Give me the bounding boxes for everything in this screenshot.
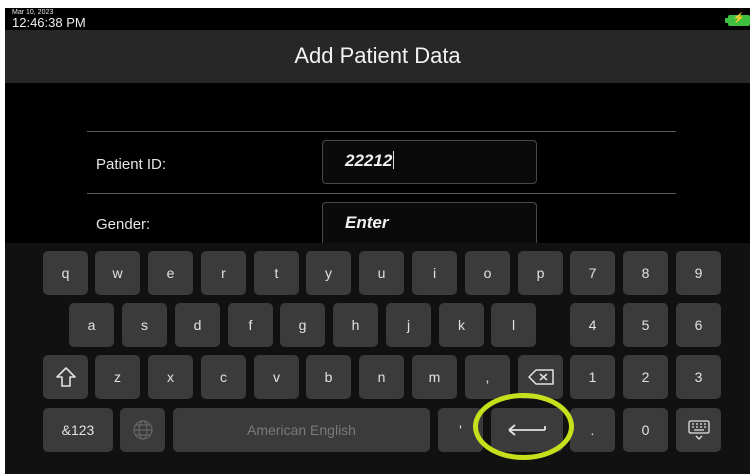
keyboard-hide-key[interactable]	[676, 408, 721, 452]
key-k[interactable]: k	[439, 303, 484, 347]
backspace-key[interactable]	[518, 355, 563, 399]
key-3[interactable]: 3	[676, 355, 721, 399]
status-bar: Mar 10, 2023 12:46:38 PM ⚡	[5, 8, 750, 30]
symbols-key[interactable]: &123	[43, 408, 113, 452]
key-m[interactable]: m	[412, 355, 457, 399]
key-c[interactable]: c	[201, 355, 246, 399]
battery-charging-icon: ⚡	[725, 13, 750, 26]
status-time: 12:46:38 PM	[12, 15, 86, 30]
shift-arrow-icon	[55, 367, 76, 387]
key-z[interactable]: z	[95, 355, 140, 399]
key-b[interactable]: b	[306, 355, 351, 399]
text-caret	[393, 151, 395, 169]
page-header: Add Patient Data	[5, 30, 750, 83]
gender-label: Gender:	[96, 216, 151, 233]
key-s[interactable]: s	[122, 303, 167, 347]
key-q[interactable]: q	[43, 251, 88, 295]
key-2[interactable]: 2	[623, 355, 668, 399]
key-a[interactable]: a	[69, 303, 114, 347]
globe-icon	[132, 420, 153, 440]
language-key[interactable]	[120, 408, 165, 452]
key-x[interactable]: x	[148, 355, 193, 399]
form-divider	[87, 193, 676, 194]
space-key[interactable]: American English	[173, 408, 430, 452]
patient-id-value: 22212	[345, 151, 393, 170]
tablet-screen: Mar 10, 2023 12:46:38 PM ⚡ Add Patient D…	[5, 8, 750, 474]
key-9[interactable]: 9	[676, 251, 721, 295]
key-l[interactable]: l	[491, 303, 536, 347]
key-8[interactable]: 8	[623, 251, 668, 295]
patient-id-field[interactable]: 22212	[322, 140, 537, 184]
key-i[interactable]: i	[412, 251, 457, 295]
backspace-icon	[527, 369, 554, 385]
key-n[interactable]: n	[359, 355, 404, 399]
key-t[interactable]: t	[254, 251, 299, 295]
key-w[interactable]: w	[95, 251, 140, 295]
key-6[interactable]: 6	[676, 303, 721, 347]
key-comma[interactable]: ,	[465, 355, 510, 399]
key-r[interactable]: r	[201, 251, 246, 295]
form-divider	[87, 131, 676, 132]
shift-key[interactable]	[43, 355, 88, 399]
key-0[interactable]: 0	[623, 408, 668, 452]
gender-value: Enter	[345, 213, 389, 232]
key-o[interactable]: o	[465, 251, 510, 295]
key-v[interactable]: v	[254, 355, 299, 399]
key-7[interactable]: 7	[570, 251, 615, 295]
patient-id-label: Patient ID:	[96, 156, 167, 173]
key-h[interactable]: h	[333, 303, 378, 347]
key-e[interactable]: e	[148, 251, 193, 295]
key-u[interactable]: u	[359, 251, 404, 295]
key-d[interactable]: d	[175, 303, 220, 347]
key-period[interactable]: .	[570, 408, 615, 452]
gender-field[interactable]: Enter	[322, 202, 537, 246]
key-g[interactable]: g	[280, 303, 325, 347]
key-f[interactable]: f	[228, 303, 273, 347]
key-1[interactable]: 1	[570, 355, 615, 399]
key-j[interactable]: j	[386, 303, 431, 347]
page-title: Add Patient Data	[294, 43, 461, 68]
enter-arrow-icon	[508, 424, 546, 436]
key-p[interactable]: p	[518, 251, 563, 295]
key-apostrophe[interactable]: '	[438, 408, 483, 452]
enter-key[interactable]	[491, 408, 563, 452]
key-4[interactable]: 4	[570, 303, 615, 347]
key-y[interactable]: y	[306, 251, 351, 295]
key-5[interactable]: 5	[623, 303, 668, 347]
keyboard-hide-icon	[687, 420, 710, 440]
